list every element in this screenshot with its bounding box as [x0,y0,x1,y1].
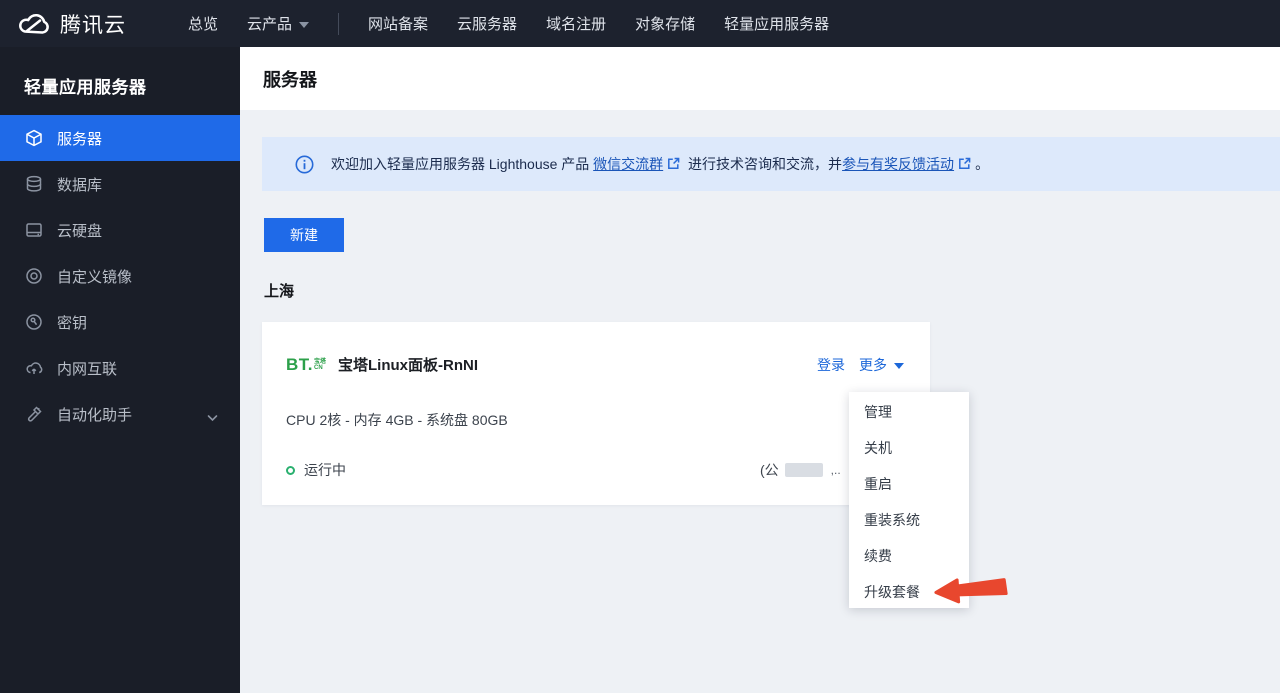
nav-divider [338,12,340,35]
sidebar-item-label: 数据库 [57,176,103,194]
create-button[interactable]: 新建 [264,218,344,252]
server-status: 运行中 [286,460,346,480]
caret-down-icon [299,21,310,28]
server-ip: (公 ,.. [760,460,841,480]
private-network-icon [24,359,43,378]
sidebar-item-custom-image[interactable]: 自定义镜像 [0,253,240,299]
wechat-group-link[interactable]: 微信交流群 [593,156,663,172]
custom-image-icon [24,267,43,286]
menu-item-shutdown[interactable]: 关机 [849,430,969,466]
sidebar-item-label: 云硬盘 [57,222,103,240]
server-spec: CPU 2核 - 内存 4GB - 系统盘 80GB [286,412,508,428]
content-area: 欢迎加入轻量应用服务器 Lighthouse 产品 微信交流群 进行技术咨询和交… [240,110,1280,693]
server-icon [24,129,43,148]
menu-item-manage[interactable]: 管理 [849,394,969,430]
sidebar-item-cloud-disk[interactable]: 云硬盘 [0,207,240,253]
menu-item-reinstall[interactable]: 重装系统 [849,502,969,538]
nav-item-icp[interactable]: 网站备案 [368,13,428,34]
nav-item-cvm[interactable]: 云服务器 [457,13,517,34]
more-link[interactable]: 更多 [859,355,904,375]
banner-text: 欢迎加入轻量应用服务器 Lighthouse 产品 微信交流群 进行技术咨询和交… [331,154,989,174]
notice-banner: 欢迎加入轻量应用服务器 Lighthouse 产品 微信交流群 进行技术咨询和交… [262,137,1280,191]
server-actions: 登录 更多 [803,355,904,375]
ip-prefix: (公 [760,462,779,478]
nav-item-overview[interactable]: 总览 [188,13,218,34]
sidebar-item-keys[interactable]: 密钥 [0,299,240,345]
key-icon [24,313,43,332]
status-label: 运行中 [304,462,346,478]
sidebar-item-label: 自定义镜像 [57,268,133,286]
login-link[interactable]: 登录 [817,355,845,375]
server-name: 宝塔Linux面板-RnNI [338,357,479,374]
sidebar-title: 轻量应用服务器 [24,78,147,97]
database-icon [24,175,43,194]
caret-down-icon [894,362,904,369]
banner-text-before: 欢迎加入轻量应用服务器 Lighthouse 产品 [331,156,594,172]
server-card[interactable]: BT. 宝塔 CN 宝塔Linux面板-RnNI 登录 更多 CPU 2核 - … [262,322,930,505]
brand-name: 腾讯云 [60,13,126,37]
server-title: BT. 宝塔 CN 宝塔Linux面板-RnNI [286,354,478,375]
sidebar-item-label: 内网互联 [57,360,118,378]
baota-bt-logo: BT. 宝塔 CN [286,354,327,374]
main-area: 服务器 欢迎加入轻量应用服务器 Lighthouse 产品 微信交流群 进行技术… [240,47,1280,693]
chevron-down-icon [207,409,218,426]
nav-item-domain[interactable]: 域名注册 [546,13,606,34]
redacted-ip [784,463,823,477]
external-link-icon [667,157,680,173]
sidebar-item-label: 自动化助手 [57,406,133,424]
status-running-dot [286,465,295,475]
nav-items: 总览 云产品 网站备案 云服务器 域名注册 对象存储 轻量应用服务器 [188,12,858,35]
nav-item-lighthouse[interactable]: 轻量应用服务器 [724,13,829,34]
ip-fragment: ,.. [830,463,841,477]
region-label: 上海 [264,283,295,300]
external-link-icon [958,157,971,173]
sidebar: 轻量应用服务器 服务器 数据库 云硬盘 自定义镜像 密钥 内网互联 自动化助手 [0,47,240,693]
tencent-cloud-brand[interactable]: 腾讯云 [17,9,126,39]
banner-text-middle: 进行技术咨询和交流，并 [684,156,843,172]
sidebar-item-servers[interactable]: 服务器 [0,115,240,161]
menu-item-renew[interactable]: 续费 [849,538,969,574]
automation-icon [24,405,43,424]
tencent-cloud-logo-icon [17,11,51,37]
sidebar-item-database[interactable]: 数据库 [0,161,240,207]
nav-item-products[interactable]: 云产品 [247,13,310,34]
banner-text-after: 。 [975,156,990,172]
sidebar-item-label: 密钥 [57,314,88,332]
top-nav: 腾讯云 总览 云产品 网站备案 云服务器 域名注册 对象存储 轻量应用服务器 [0,0,1280,47]
feedback-activity-link[interactable]: 参与有奖反馈活动 [842,156,954,172]
nav-item-cos[interactable]: 对象存储 [635,13,695,34]
cloud-disk-icon [24,221,43,240]
sidebar-item-private-network[interactable]: 内网互联 [0,345,240,391]
sidebar-item-label: 服务器 [57,130,103,148]
more-dropdown-menu: 管理 关机 重启 重装系统 续费 升级套餐 [849,392,969,608]
sidebar-item-automation[interactable]: 自动化助手 [0,391,240,437]
page-header: 服务器 [240,47,1280,110]
menu-item-restart[interactable]: 重启 [849,466,969,502]
red-arrow-pointer [933,573,1009,611]
info-icon [295,155,314,174]
page-title: 服务器 [263,69,317,90]
server-card-header: BT. 宝塔 CN 宝塔Linux面板-RnNI 登录 更多 [286,354,904,375]
